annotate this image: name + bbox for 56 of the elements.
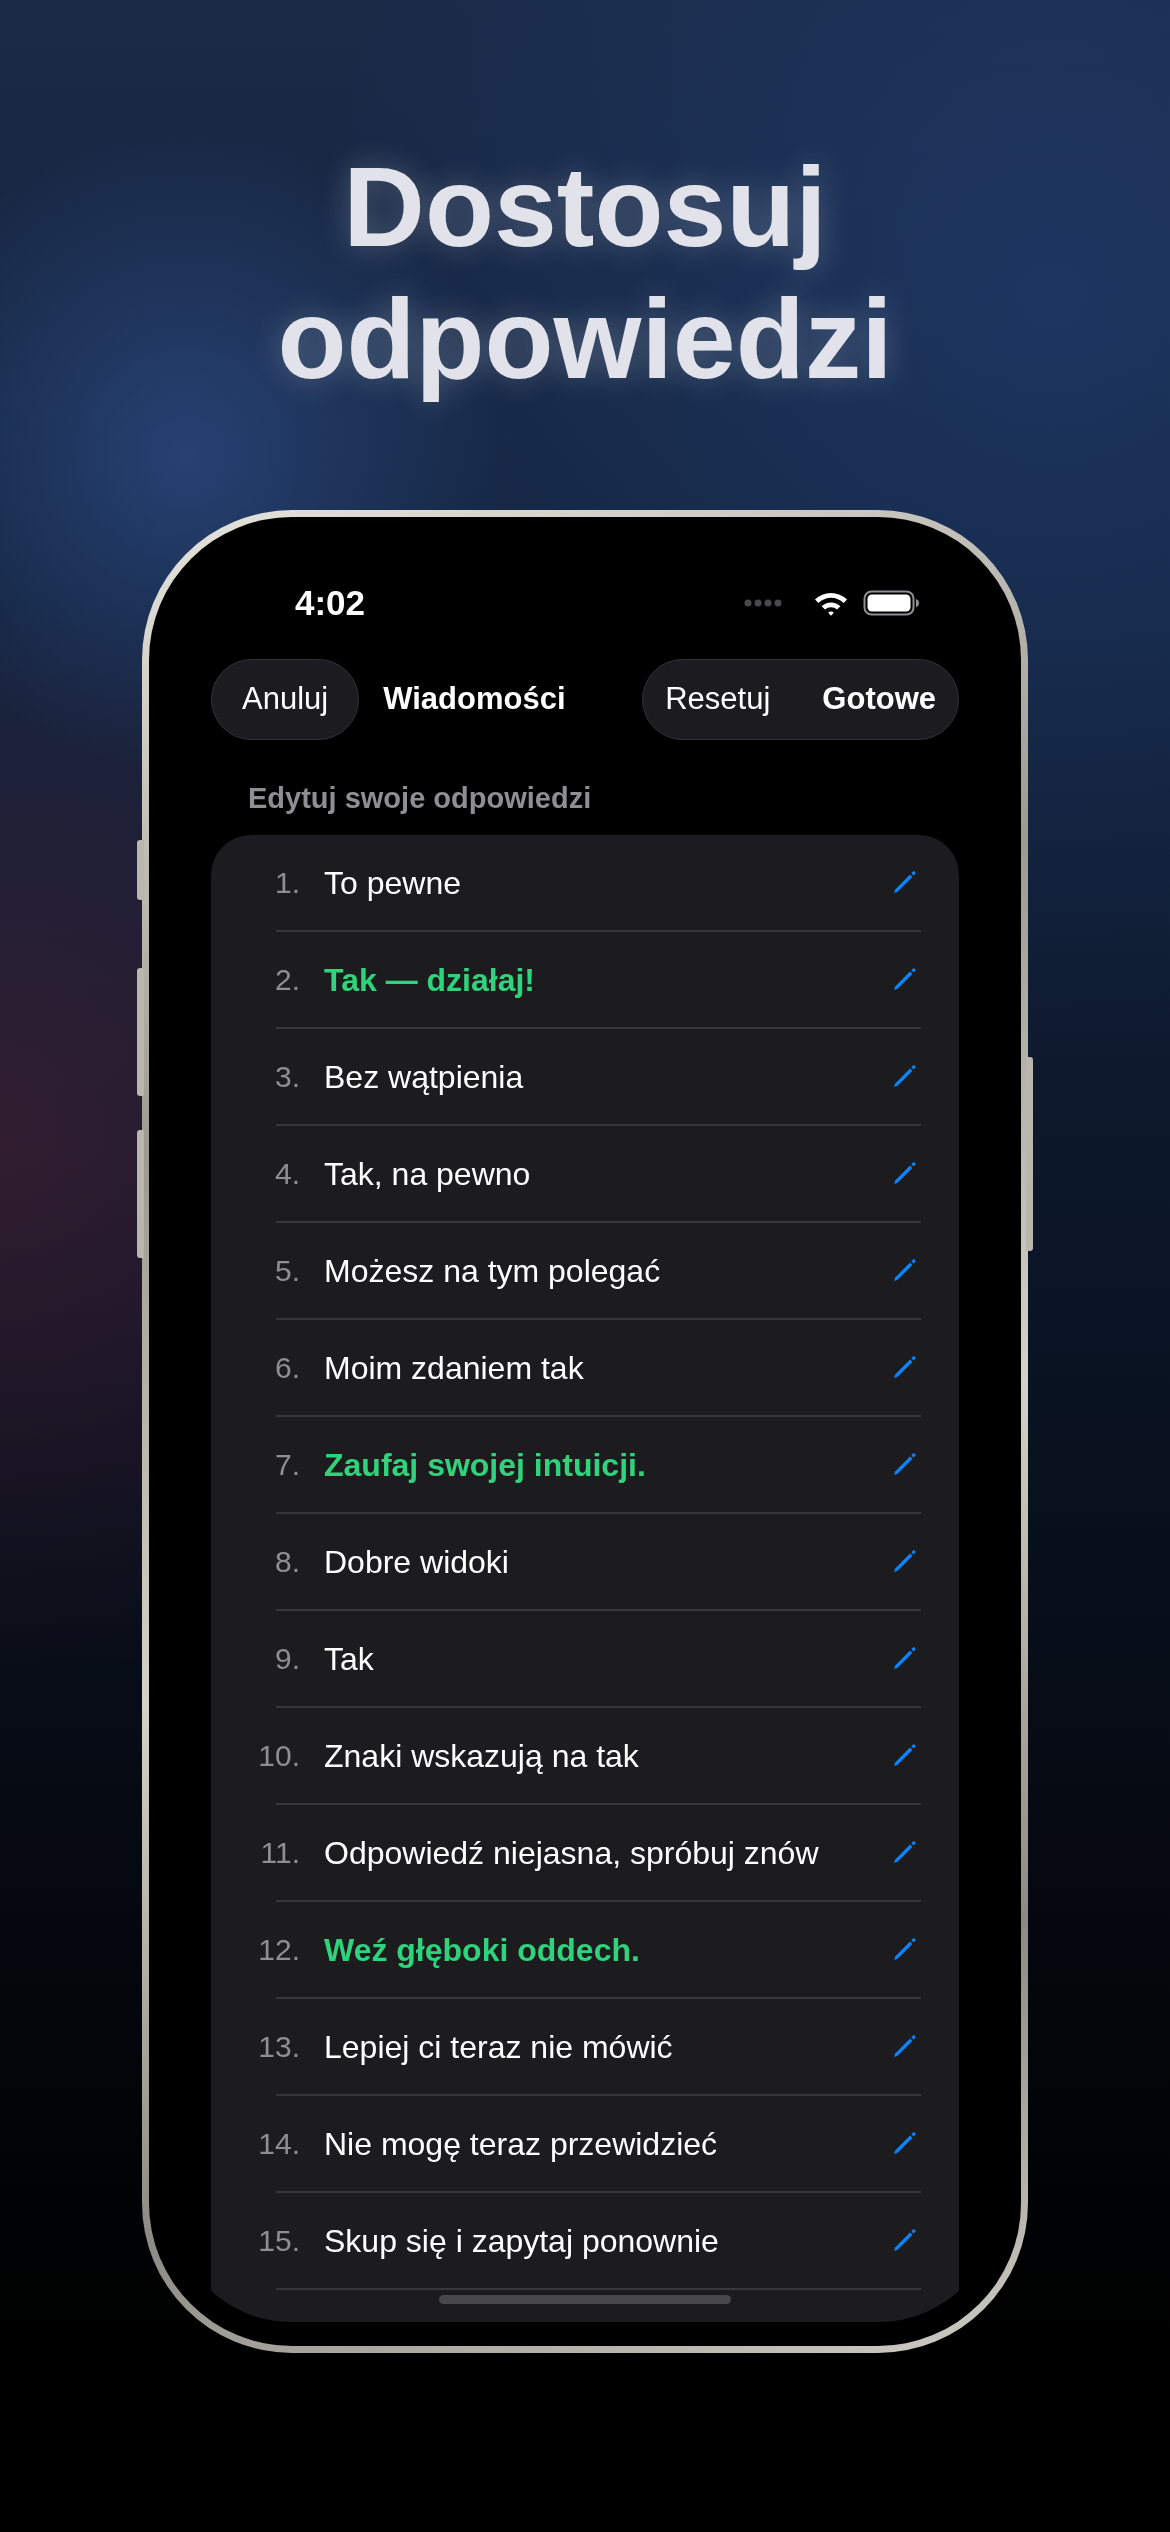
answer-number: 11. [259,1835,300,1871]
pencil-icon[interactable] [892,1840,917,1865]
pencil-icon[interactable] [892,1355,917,1380]
pencil-icon[interactable] [892,1646,917,1671]
answer-number: 7. [273,1447,300,1483]
answer-number: 1. [273,865,300,901]
answer-text: Zaufaj swojej intuicji. [324,1445,646,1485]
done-button[interactable]: Gotowe [822,676,936,723]
answer-number: 3. [273,1059,300,1095]
answer-text: Możesz na tym polegać [324,1251,661,1291]
answer-number: 8. [273,1544,300,1580]
answer-text: Dobre widoki [324,1542,509,1582]
pencil-icon[interactable] [892,967,917,992]
pencil-icon[interactable] [892,2034,917,2059]
answer-number: 4. [273,1156,300,1192]
phone-side-bar [137,840,144,900]
signal-icon [744,599,782,607]
headline: Dostosuj odpowiedzi [276,143,894,404]
status-time: 4:02 [295,582,366,624]
pencil-icon[interactable] [892,1937,917,1962]
answer-number: 6. [273,1350,300,1386]
answer-number: 5. [273,1253,300,1289]
answer-text: Tak [324,1639,374,1679]
battery-icon [863,590,920,616]
answer-text: Odpowiedź niejasna, spróbuj znów [324,1833,819,1873]
answer-text: Tak — działaj! [324,960,535,1000]
answer-text: Skup się i zapytaj ponownie [324,2221,719,2261]
answer-number: 10. [257,1738,300,1774]
pencil-icon[interactable] [892,1064,917,1089]
pencil-icon[interactable] [892,2228,917,2253]
answer-number: 13. [257,2029,300,2065]
reset-button[interactable]: Resetuj [665,676,771,723]
pencil-icon[interactable] [892,1743,917,1768]
answer-text: Bez wątpienia [324,1057,524,1097]
pencil-icon[interactable] [892,1549,917,1574]
pencil-icon[interactable] [892,870,917,895]
answer-text: Moim zdaniem tak [324,1348,584,1388]
answer-text: Lepiej ci teraz nie mówić [324,2027,673,2067]
pencil-icon[interactable] [892,1452,917,1477]
answer-text: Weź głęboki oddech. [324,1930,640,1970]
screen-title: Wiadomości [383,680,566,719]
pencil-icon[interactable] [892,1161,917,1186]
pencil-icon[interactable] [892,1258,917,1283]
cancel-button[interactable]: Anuluj [211,659,360,740]
answer-text: To pewne [324,863,461,903]
answer-text: Tak, na pewno [324,1154,531,1194]
wifi-icon [814,590,848,616]
answer-number: 14. [257,2126,300,2162]
answer-text: Znaki wskazują na tak [324,1736,639,1776]
pencil-icon[interactable] [892,2131,917,2156]
answer-number: 2. [273,962,300,998]
section-header: Edytuj swoje odpowiedzi [248,781,592,816]
answer-number: 12. [257,1932,300,1968]
answer-number: 9. [273,1641,300,1677]
answer-text: Nie mogę teraz przewidzieć [324,2124,718,2164]
answer-number: 15. [257,2223,300,2259]
